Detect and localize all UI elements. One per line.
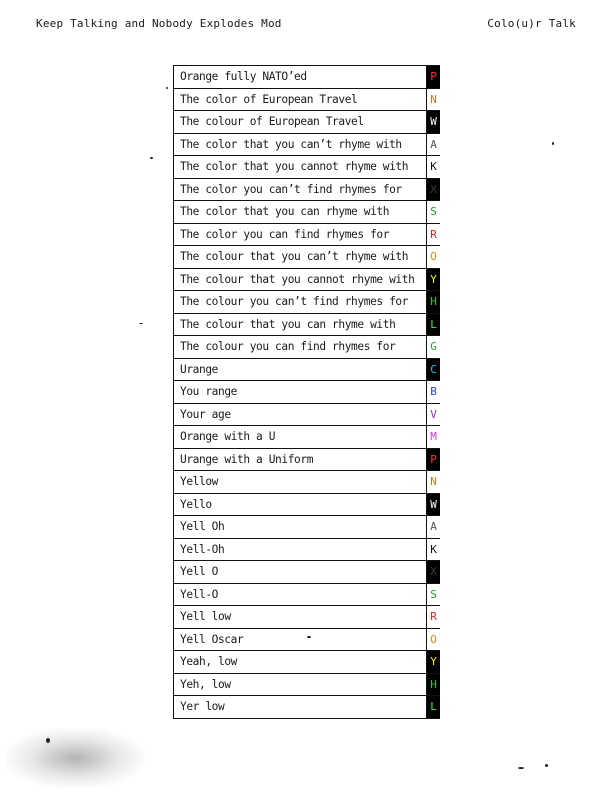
code-letter-cell: N xyxy=(427,88,440,110)
table-row: Yell low R xyxy=(174,606,440,629)
code-letter-cell: L xyxy=(427,696,440,718)
phrase-cell: Urange with a Uniform xyxy=(174,448,427,470)
phrase-cell: Yell-Oh xyxy=(174,538,427,560)
phrase-code-table: Orange fully NATO’ed P The color of Europe… xyxy=(173,65,440,719)
scan-speck xyxy=(552,142,554,145)
table-row: The color that you can rhyme with S xyxy=(174,201,440,224)
code-letter-cell: O xyxy=(427,628,440,650)
table-row: You range B xyxy=(174,381,440,404)
code-letter-cell: G xyxy=(427,336,440,358)
phrase-cell: The color you can’t find rhymes for xyxy=(174,178,427,200)
scan-smudge xyxy=(5,728,145,788)
scan-speck xyxy=(545,764,548,767)
phrase-cell: The colour you can’t find rhymes for xyxy=(174,291,427,313)
scan-speck xyxy=(307,636,311,638)
phrase-cell: The color you can find rhymes for xyxy=(174,223,427,245)
table-row: The colour you can find rhymes for G xyxy=(174,336,440,359)
table-row: The colour that you cannot rhyme with Y xyxy=(174,268,440,291)
code-letter-cell: A xyxy=(427,133,440,155)
table-row: Orange fully NATO’ed P xyxy=(174,66,440,89)
table-row: Yell Oscar O xyxy=(174,628,440,651)
code-letter-cell: Y xyxy=(427,268,440,290)
table-row: Yell Oh A xyxy=(174,516,440,539)
code-letter-cell: N xyxy=(427,471,440,493)
scan-speck xyxy=(150,157,153,159)
page-header-module-name: Colo(u)r Talk xyxy=(487,17,576,30)
phrase-cell: Yeh, low xyxy=(174,673,427,695)
scan-speck xyxy=(166,87,168,89)
table-row: Yellow N xyxy=(174,471,440,494)
code-letter-cell: P xyxy=(427,66,440,88)
table-row: The colour of European Travel W xyxy=(174,111,440,134)
phrase-cell: The colour you can find rhymes for xyxy=(174,336,427,358)
code-letter-cell: H xyxy=(427,291,440,313)
code-letter-cell: C xyxy=(427,358,440,380)
code-letter-cell: A xyxy=(427,516,440,538)
scan-speck xyxy=(139,323,143,324)
phrase-cell: The colour that you cannot rhyme with xyxy=(174,268,427,290)
table-row: Yell OX xyxy=(174,561,440,584)
code-letter-cell: W xyxy=(427,111,440,133)
phrase-cell: Yell low xyxy=(174,606,427,628)
phrase-cell: Orange with a U xyxy=(174,426,427,448)
code-letter-cell: K xyxy=(427,538,440,560)
phrase-cell: Yeah, low xyxy=(174,651,427,673)
phrase-cell: Urange xyxy=(174,358,427,380)
table-row: The colour that you can’t rhyme with O xyxy=(174,246,440,269)
code-letter-cell: S xyxy=(427,583,440,605)
phrase-cell: The color that you can’t rhyme with xyxy=(174,133,427,155)
table-row: Your age V xyxy=(174,403,440,426)
phrase-cell: The color that you can rhyme with xyxy=(174,201,427,223)
code-letter-cell: P xyxy=(427,448,440,470)
code-letter-cell: K xyxy=(427,156,440,178)
phrase-cell: The colour that you can rhyme with xyxy=(174,313,427,335)
table-row: Yello W xyxy=(174,493,440,516)
code-letter-cell: L xyxy=(427,313,440,335)
phrase-cell: Orange fully NATO’ed xyxy=(174,66,427,88)
code-letter-cell: H xyxy=(427,673,440,695)
code-letter-cell: S xyxy=(427,201,440,223)
scan-speck xyxy=(518,767,524,769)
phrase-cell: Yello xyxy=(174,493,427,515)
table-row: Yer low L xyxy=(174,696,440,719)
code-letter-cell: X xyxy=(427,561,440,583)
code-letter-cell: W xyxy=(427,493,440,515)
table-row: The colour that you can rhyme with L xyxy=(174,313,440,336)
code-letter-cell: X xyxy=(427,178,440,200)
table-row: Yell-Oh K xyxy=(174,538,440,561)
table-row: The color you can find rhymes for R xyxy=(174,223,440,246)
page-header-module-title: Keep Talking and Nobody Explodes Mod xyxy=(36,17,282,30)
table-row: The color that you can’t rhyme with A xyxy=(174,133,440,156)
table-row: Urange with a Uniform P xyxy=(174,448,440,471)
code-letter-cell: B xyxy=(427,381,440,403)
phrase-cell: Yell O xyxy=(174,561,427,583)
code-letter-cell: Y xyxy=(427,651,440,673)
table-row: Yeah, low Y xyxy=(174,651,440,674)
table-row: Orange with a UM xyxy=(174,426,440,449)
phrase-cell: The colour that you can’t rhyme with xyxy=(174,246,427,268)
code-letter-cell: V xyxy=(427,403,440,425)
table-row: The color you can’t find rhymes for X xyxy=(174,178,440,201)
phrase-cell: Your age xyxy=(174,403,427,425)
table-row: The color that you cannot rhyme with K xyxy=(174,156,440,179)
table-row: Yeh, low H xyxy=(174,673,440,696)
table-row: The colour you can’t find rhymes for H xyxy=(174,291,440,314)
phrase-cell: The color that you cannot rhyme with xyxy=(174,156,427,178)
phrase-cell: Yell Oscar xyxy=(174,628,427,650)
phrase-cell: The colour of European Travel xyxy=(174,111,427,133)
code-letter-cell: O xyxy=(427,246,440,268)
phrase-cell: Yell-O xyxy=(174,583,427,605)
table-row: The color of European Travel N xyxy=(174,88,440,111)
code-letter-cell: M xyxy=(427,426,440,448)
code-letter-cell: R xyxy=(427,223,440,245)
phrase-cell: Yer low xyxy=(174,696,427,718)
code-letter-cell: R xyxy=(427,606,440,628)
phrase-cell: The color of European Travel xyxy=(174,88,427,110)
phrase-cell: Yell Oh xyxy=(174,516,427,538)
phrase-cell: You range xyxy=(174,381,427,403)
phrase-cell: Yellow xyxy=(174,471,427,493)
table-row: Urange C xyxy=(174,358,440,381)
table-row: Yell-O S xyxy=(174,583,440,606)
